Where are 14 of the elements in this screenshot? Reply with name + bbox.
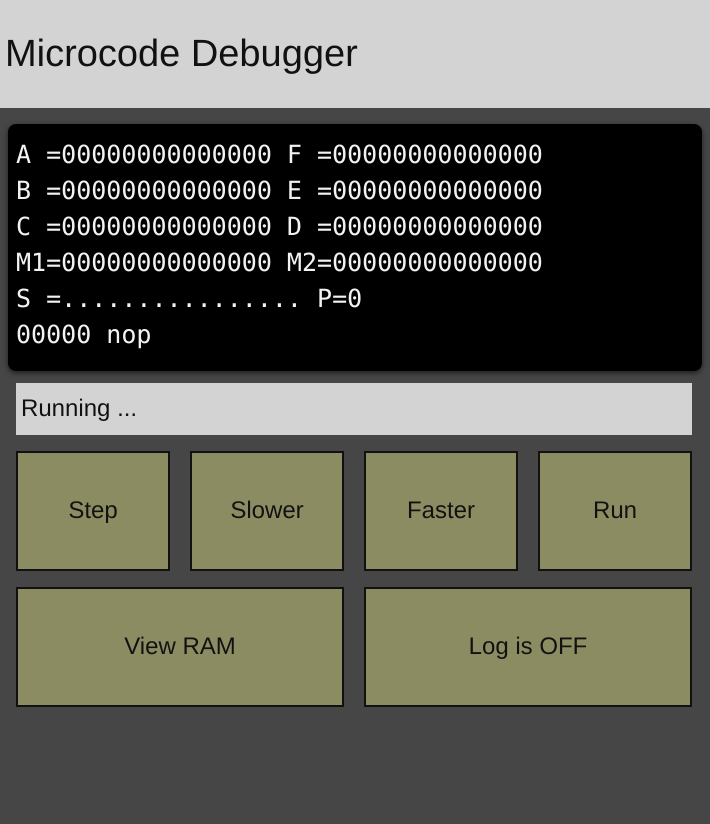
control-button[interactable]: Step xyxy=(16,451,170,571)
control-button[interactable]: Faster xyxy=(364,451,518,571)
console-line: S =................ P=0 xyxy=(16,283,364,315)
control-button[interactable]: Slower xyxy=(190,451,344,571)
app-title: Microcode Debugger xyxy=(5,32,358,76)
console-line: C =00000000000000 D =00000000000000 xyxy=(16,211,544,243)
console-line: M1=00000000000000 M2=00000000000000 xyxy=(16,247,544,279)
console-line: A =00000000000000 F =00000000000000 xyxy=(16,139,544,171)
console-line: B =00000000000000 E =00000000000000 xyxy=(16,175,544,207)
console-line: 00000 nop xyxy=(16,319,152,351)
control-button[interactable]: Log is OFF xyxy=(364,587,692,707)
control-button[interactable]: Run xyxy=(538,451,692,571)
control-button[interactable]: View RAM xyxy=(16,587,344,707)
status-field: Running ... xyxy=(16,383,692,435)
